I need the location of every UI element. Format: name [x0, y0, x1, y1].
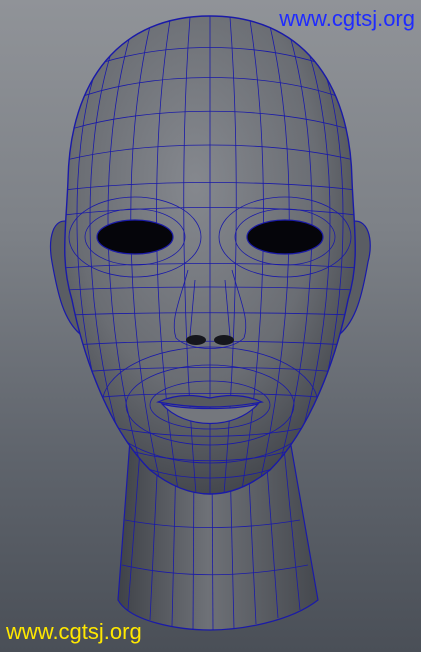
right-nostril: [214, 335, 234, 345]
head-model-render: [49, 15, 371, 631]
3d-viewport[interactable]: www.cgtsj.org www.cgtsj.org: [0, 0, 421, 652]
left-eye-socket: [96, 219, 174, 255]
watermark-top: www.cgtsj.org: [279, 6, 415, 31]
right-eye-socket: [246, 219, 324, 255]
left-nostril: [186, 335, 206, 345]
watermark-bottom: www.cgtsj.org: [6, 619, 142, 644]
